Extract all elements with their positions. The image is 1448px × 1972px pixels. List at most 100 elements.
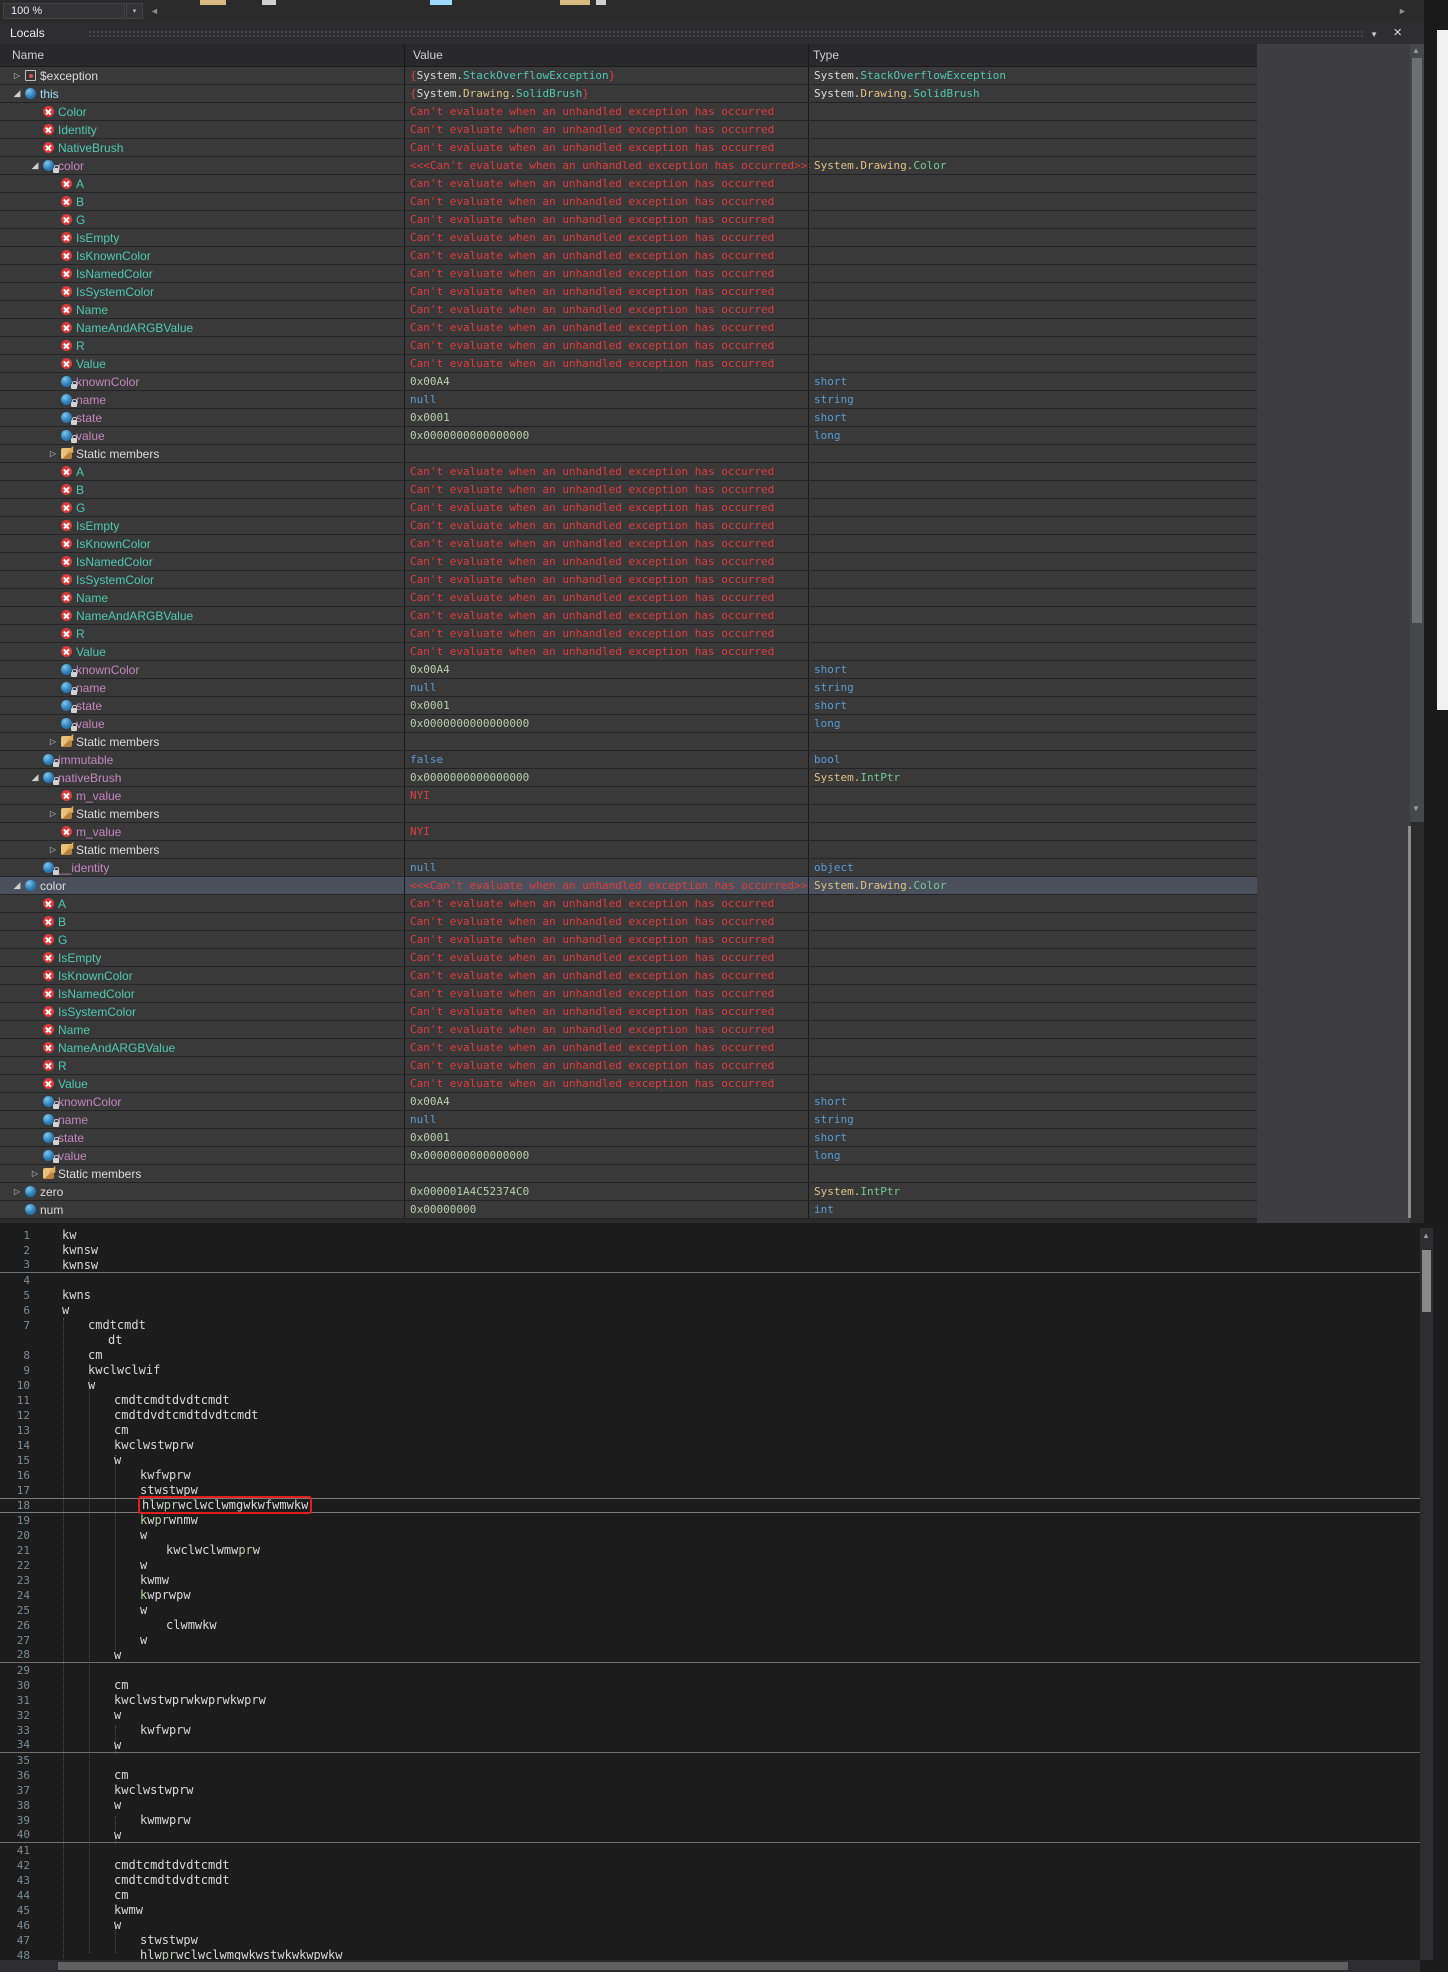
decompiled-code-editor[interactable]: 1kw2kwnsw3kwnsw45kwns6w7cmdtcmdtdt8cm9kw… — [0, 1223, 1448, 1972]
code-line[interactable]: 9kwclwclwif — [0, 1363, 1420, 1378]
locals-row[interactable]: IsEmptyCan't evaluate when an unhandled … — [0, 949, 1257, 967]
locals-row[interactable]: IsKnownColorCan't evaluate when an unhan… — [0, 967, 1257, 985]
locals-row[interactable]: NameCan't evaluate when an unhandled exc… — [0, 1021, 1257, 1039]
close-icon[interactable]: × — [1393, 24, 1402, 41]
code-line[interactable]: 22w — [0, 1558, 1420, 1573]
code-line[interactable]: 32w — [0, 1708, 1420, 1723]
locals-row[interactable]: state0x0001short — [0, 1129, 1257, 1147]
code-line[interactable]: 16kwfwprw — [0, 1468, 1420, 1483]
code-line[interactable]: 13cm — [0, 1423, 1420, 1438]
code-line[interactable]: 19kwprwnmw — [0, 1513, 1420, 1528]
code-line[interactable]: 40w — [0, 1828, 1420, 1843]
expand-expander-icon[interactable]: ▷ — [10, 67, 24, 84]
locals-row[interactable]: state0x0001short — [0, 409, 1257, 427]
column-header-value[interactable]: Value — [413, 48, 443, 62]
line-number[interactable]: 19 — [0, 1513, 30, 1528]
line-number[interactable]: 14 — [0, 1438, 30, 1453]
code-line[interactable]: 46w — [0, 1918, 1420, 1933]
locals-row[interactable]: ACan't evaluate when an unhandled except… — [0, 175, 1257, 193]
collapse-expander-icon[interactable]: ◢ — [10, 877, 24, 894]
locals-row[interactable]: GCan't evaluate when an unhandled except… — [0, 211, 1257, 229]
line-number[interactable]: 22 — [0, 1558, 30, 1573]
locals-row[interactable]: IsNamedColorCan't evaluate when an unhan… — [0, 553, 1257, 571]
column-divider[interactable] — [404, 44, 405, 67]
locals-row[interactable]: GCan't evaluate when an unhandled except… — [0, 931, 1257, 949]
code-line[interactable]: 42cmdtcmdtdvdtcmdt — [0, 1858, 1420, 1873]
locals-panel-titlebar[interactable]: Locals ▼ × — [0, 22, 1424, 45]
locals-row[interactable]: BCan't evaluate when an unhandled except… — [0, 913, 1257, 931]
locals-row[interactable]: IsNamedColorCan't evaluate when an unhan… — [0, 265, 1257, 283]
line-number[interactable]: 15 — [0, 1453, 30, 1468]
scroll-up-icon[interactable]: ▲ — [1422, 1231, 1430, 1240]
code-line[interactable]: 47stwstwpw — [0, 1933, 1420, 1948]
code-line[interactable]: 7cmdtcmdt — [0, 1318, 1420, 1333]
line-number[interactable]: 30 — [0, 1678, 30, 1693]
code-scrollbar-track[interactable] — [1420, 1228, 1433, 1960]
line-number[interactable]: 8 — [0, 1348, 30, 1363]
locals-row[interactable]: IsEmptyCan't evaluate when an unhandled … — [0, 229, 1257, 247]
code-line[interactable]: 10w — [0, 1378, 1420, 1393]
locals-row[interactable]: NameAndARGBValueCan't evaluate when an u… — [0, 319, 1257, 337]
code-line[interactable]: 23kwmw — [0, 1573, 1420, 1588]
code-line[interactable]: 3kwnsw — [0, 1258, 1420, 1273]
line-number[interactable]: 3 — [0, 1258, 30, 1272]
line-number[interactable]: 45 — [0, 1903, 30, 1918]
line-number[interactable]: 39 — [0, 1813, 30, 1828]
line-number[interactable]: 29 — [0, 1663, 30, 1678]
code-line[interactable]: 20w — [0, 1528, 1420, 1543]
line-number[interactable]: 44 — [0, 1888, 30, 1903]
zoom-level-combo[interactable]: 100 % — [3, 3, 125, 19]
scroll-up-icon[interactable]: ▲ — [1412, 46, 1420, 55]
locals-row[interactable]: ValueCan't evaluate when an unhandled ex… — [0, 1075, 1257, 1093]
code-line[interactable]: 21kwclwclwmwprw — [0, 1543, 1420, 1558]
line-number[interactable]: 13 — [0, 1423, 30, 1438]
line-number[interactable]: 46 — [0, 1918, 30, 1933]
line-number[interactable]: 16 — [0, 1468, 30, 1483]
code-line[interactable]: 44cm — [0, 1888, 1420, 1903]
locals-row[interactable]: m_valueNYI — [0, 787, 1257, 805]
locals-row[interactable]: IsSystemColorCan't evaluate when an unha… — [0, 1003, 1257, 1021]
expand-expander-icon[interactable]: ▷ — [46, 805, 60, 822]
line-number[interactable]: 12 — [0, 1408, 30, 1423]
line-number[interactable]: 7 — [0, 1318, 30, 1333]
locals-row[interactable]: BCan't evaluate when an unhandled except… — [0, 193, 1257, 211]
window-position-dropdown-icon[interactable]: ▼ — [1370, 30, 1378, 39]
line-number[interactable]: 24 — [0, 1588, 30, 1603]
line-number[interactable]: 38 — [0, 1798, 30, 1813]
line-number[interactable]: 37 — [0, 1783, 30, 1798]
code-line[interactable]: 37kwclwstwprw — [0, 1783, 1420, 1798]
code-line[interactable]: 11cmdtcmdtdvdtcmdt — [0, 1393, 1420, 1408]
column-header-type[interactable]: Type — [813, 48, 839, 62]
code-hscrollbar-thumb[interactable] — [58, 1962, 1348, 1970]
code-line[interactable]: 28w — [0, 1648, 1420, 1663]
line-number[interactable]: 42 — [0, 1858, 30, 1873]
locals-row[interactable]: ▷Static members — [0, 805, 1257, 823]
locals-row[interactable]: knownColor0x00A4short — [0, 661, 1257, 679]
locals-scrollbar-thumb[interactable] — [1412, 58, 1422, 623]
code-line[interactable]: 26clwmwkw — [0, 1618, 1420, 1633]
zoom-dropdown-button[interactable]: ▾ — [126, 3, 143, 19]
code-line[interactable]: 45kwmw — [0, 1903, 1420, 1918]
locals-row[interactable]: RCan't evaluate when an unhandled except… — [0, 337, 1257, 355]
line-number[interactable]: 35 — [0, 1753, 30, 1768]
line-number[interactable]: 10 — [0, 1378, 30, 1393]
locals-row[interactable]: __identitynullobject — [0, 859, 1257, 877]
code-line[interactable]: 14kwclwstwprw — [0, 1438, 1420, 1453]
scroll-down-icon[interactable]: ▼ — [1412, 804, 1420, 813]
locals-row[interactable]: immutablefalsebool — [0, 751, 1257, 769]
locals-row[interactable]: knownColor0x00A4short — [0, 373, 1257, 391]
locals-row[interactable]: ▷Static members — [0, 445, 1257, 463]
code-line[interactable]: dt — [0, 1333, 1420, 1348]
code-line[interactable]: 31kwclwstwprwkwprwkwprw — [0, 1693, 1420, 1708]
code-line[interactable]: 34w — [0, 1738, 1420, 1753]
code-line[interactable]: 35 — [0, 1753, 1420, 1768]
code-line[interactable]: 12cmdtdvdtcmdtdvdtcmdt — [0, 1408, 1420, 1423]
line-number[interactable]: 6 — [0, 1303, 30, 1318]
locals-row[interactable]: ▷$exception{System.StackOverflowExceptio… — [0, 67, 1257, 85]
code-line[interactable]: 24kwprwpw — [0, 1588, 1420, 1603]
locals-row[interactable]: RCan't evaluate when an unhandled except… — [0, 625, 1257, 643]
locals-row[interactable]: BCan't evaluate when an unhandled except… — [0, 481, 1257, 499]
line-number[interactable]: 11 — [0, 1393, 30, 1408]
column-header-name[interactable]: Name — [12, 48, 44, 62]
line-number[interactable]: 20 — [0, 1528, 30, 1543]
